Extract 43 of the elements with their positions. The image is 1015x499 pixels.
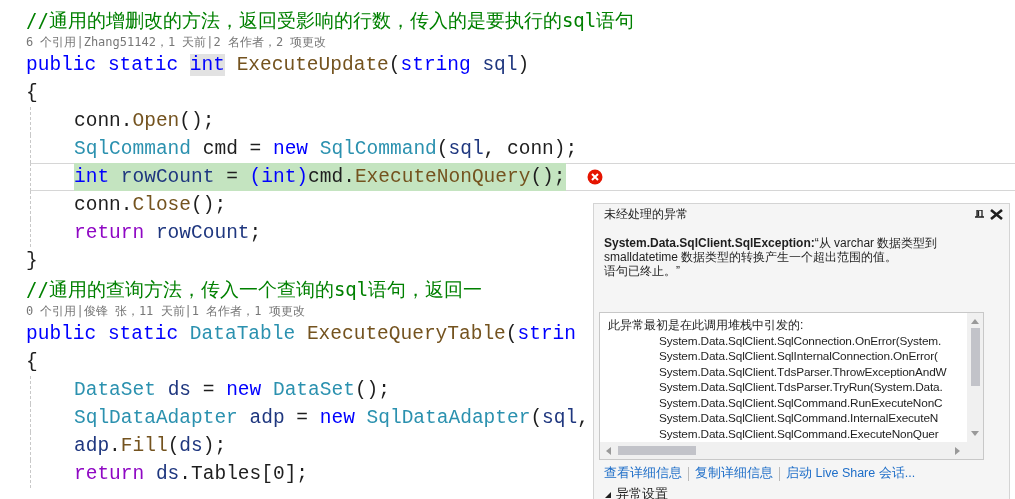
codelens-info[interactable]: 0 个引用|俊锋 张，11 天前|1 名作者，1 项更改 [26,304,305,318]
code-line: SqlDataAdapter adp = new SqlDataAdapter(sql, [74,406,589,431]
scroll-right-arrow-icon[interactable] [954,445,962,456]
code-line: return ds.Tables[0]; [74,462,309,487]
scroll-up-arrow-icon[interactable] [970,317,980,325]
exception-message: System.Data.SqlClient.SqlException:“从 varchar 数据类型到 smalldatetime 数据类型的转换产生一个超出范围的值。 [604,235,939,264]
code-line: public static DataTable ExecuteQueryTable(strin [26,322,577,347]
codelens-info[interactable]: 6 个引用|Zhang51142，1 天前|2 名作者，2 项更改 [26,35,327,49]
close-icon[interactable] [990,209,1003,221]
code-line: { [26,350,38,375]
code-line: } [26,249,38,274]
scroll-left-arrow-icon[interactable] [604,445,612,456]
stack-frame: System.Data.SqlClient.TdsParser.ThrowExceptionAndW [659,364,947,379]
scrollbar-thumb[interactable] [970,328,980,386]
code-line: return rowCount; [74,221,262,246]
stack-heading: 此异常最初是在此调用堆栈中引发的: [608,318,805,334]
horizontal-scrollbar[interactable] [600,442,967,459]
stack-frame: System.Data.SqlClient.SqlConnection.OnError(System. [659,333,942,348]
scrollbar-thumb[interactable] [618,446,696,455]
scroll-down-arrow-icon[interactable] [970,430,980,438]
code-line: conn.Close(); [74,193,227,218]
popup-link[interactable]: 查看详细信息 [604,465,682,482]
code-comment: //通用的增删改的方法，返回受影响的行数，传入的是要执行的sql语句 [26,8,635,33]
exception-message: 语句已终止。” [604,263,681,278]
stack-frame: System.Data.SqlClient.SqlCommand.RunExecuteNonC [659,395,943,410]
stack-frame: System.Data.SqlClient.SqlCommand.ExecuteNonQuer [659,426,939,441]
stack-frame: System.Data.SqlClient.SqlInternalConnection.OnError( [659,349,938,363]
code-line: { [26,81,38,106]
code-line: DataSet ds = new DataSet(); [74,378,390,403]
popup-link[interactable]: 启动 Live Share 会话... [786,465,916,482]
code-comment: //通用的查询方法，传入一个查询的sql语句，返回一 [26,277,483,302]
stack-frame: System.Data.SqlClient.TdsParser.TryRun(System.Data. [659,380,943,394]
code-line: public static int ExecuteUpdate(string sql) [26,53,530,78]
error-icon [586,169,603,185]
stack-frame: System.Data.SqlClient.SqlCommand.InternalExecuteN [659,411,939,425]
code-line: SqlCommand cmd = new SqlCommand(sql, conn); [74,137,578,162]
vertical-scrollbar[interactable] [967,313,983,442]
code-line: conn.Open(); [74,109,215,134]
popup-link[interactable]: 复制详细信息 [695,465,773,482]
collapse-triangle-icon [604,490,612,499]
pin-icon[interactable] [975,209,984,220]
popup-title: 未经处理的异常 [604,206,689,224]
code-line: adp.Fill(ds); [74,434,227,459]
